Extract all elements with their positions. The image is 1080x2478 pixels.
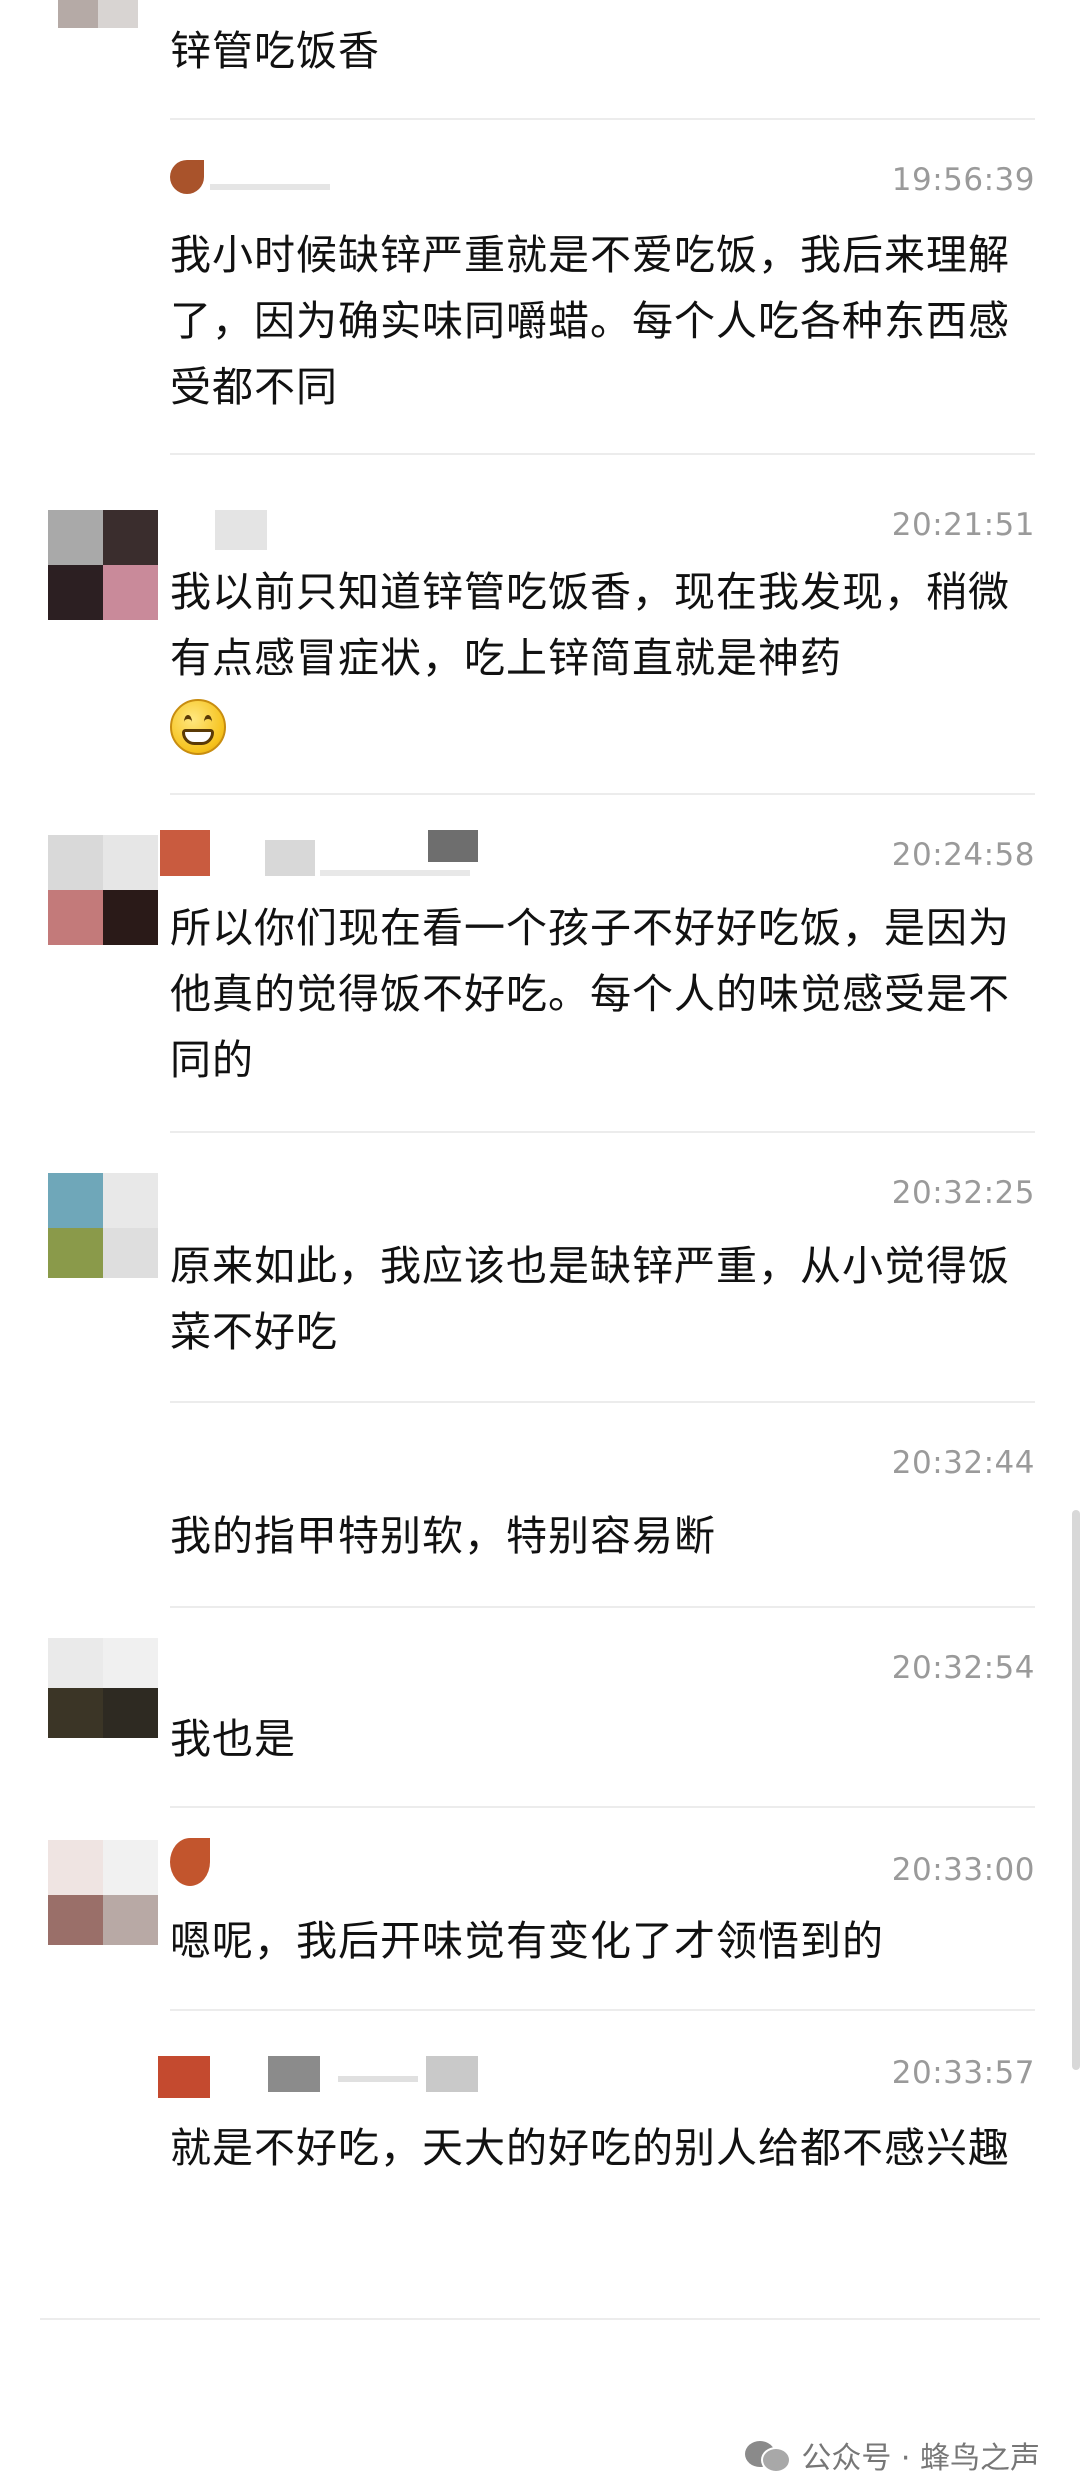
scrollbar[interactable] — [1072, 1510, 1080, 2070]
message-text: 所以你们现在看一个孩子不好好吃饭，是因为他真的觉得饭不好吃。每个人的味觉感受是不… — [170, 904, 1010, 1084]
avatar[interactable] — [48, 1840, 158, 1950]
chat-message: 20:32:54 我也是 — [0, 1608, 1080, 1808]
message-text: 锌管吃饭香 — [170, 27, 380, 75]
chat-message: 20:24:58 所以你们现在看一个孩子不好好吃饭，是因为他真的觉得饭不好吃。每… — [0, 795, 1080, 1133]
message-text-content: 我以前只知道锌管吃饭香，现在我发现，稍微有点感冒症状，吃上锌简直就是神药 — [170, 568, 1010, 682]
message-time: 20:32:54 — [891, 1650, 1035, 1686]
message-text: 我小时候缺锌严重就是不爱吃饭，我后来理解了，因为确实味同嚼蜡。每个人吃各种东西感… — [170, 231, 1010, 411]
chat-message: 20:33:00 嗯呢，我后开味觉有变化了才领悟到的 — [0, 1808, 1080, 2011]
avatar[interactable] — [48, 1638, 158, 1748]
grinning-face-icon — [170, 699, 226, 755]
avatar[interactable] — [48, 510, 158, 620]
avatar[interactable] — [48, 1173, 158, 1283]
chat-message: 19:56:39 我小时候缺锌严重就是不爱吃饭，我后来理解了，因为确实味同嚼蜡。… — [0, 120, 1080, 455]
avatar[interactable] — [48, 0, 158, 30]
message-time: 20:24:58 — [891, 837, 1035, 873]
message-text: 我以前只知道锌管吃饭香，现在我发现，稍微有点感冒症状，吃上锌简直就是神药 — [170, 559, 1030, 757]
watermark: 公众号 · 蜂鸟之声 — [745, 2433, 1040, 2477]
message-text: 原来如此，我应该也是缺锌严重，从小觉得饭菜不好吃 — [170, 1242, 1010, 1356]
message-text: 嗯呢，我后开味觉有变化了才领悟到的 — [170, 1917, 884, 1965]
watermark-text: 公众号 · 蜂鸟之声 — [801, 2441, 1040, 2476]
message-time: 20:32:25 — [891, 1175, 1035, 1211]
message-time: 20:21:51 — [891, 507, 1035, 543]
wechat-icon — [745, 2439, 792, 2473]
chat-message: 锌管吃饭香 — [0, 0, 1080, 120]
avatar[interactable] — [48, 835, 158, 945]
message-text: 我的指甲特别软，特别容易断 — [170, 1512, 716, 1560]
message-text: 就是不好吃，天大的好吃的别人给都不感兴趣 — [170, 2124, 1010, 2172]
chat-message: 20:33:57 就是不好吃，天大的好吃的别人给都不感兴趣 — [0, 2011, 1080, 2321]
chat-message: 20:32:25 原来如此，我应该也是缺锌严重，从小觉得饭菜不好吃 — [0, 1133, 1080, 1403]
message-time: 20:33:57 — [891, 2055, 1035, 2091]
message-time: 19:56:39 — [891, 162, 1035, 198]
chat-message: 20:21:51 我以前只知道锌管吃饭香，现在我发现，稍微有点感冒症状，吃上锌简… — [0, 455, 1080, 795]
list-end-divider — [40, 2318, 1040, 2320]
message-text: 我也是 — [170, 1715, 296, 1763]
message-time: 20:33:00 — [891, 1852, 1035, 1888]
chat-message: 20:32:44 我的指甲特别软，特别容易断 — [0, 1403, 1080, 1608]
message-time: 20:32:44 — [891, 1445, 1035, 1481]
